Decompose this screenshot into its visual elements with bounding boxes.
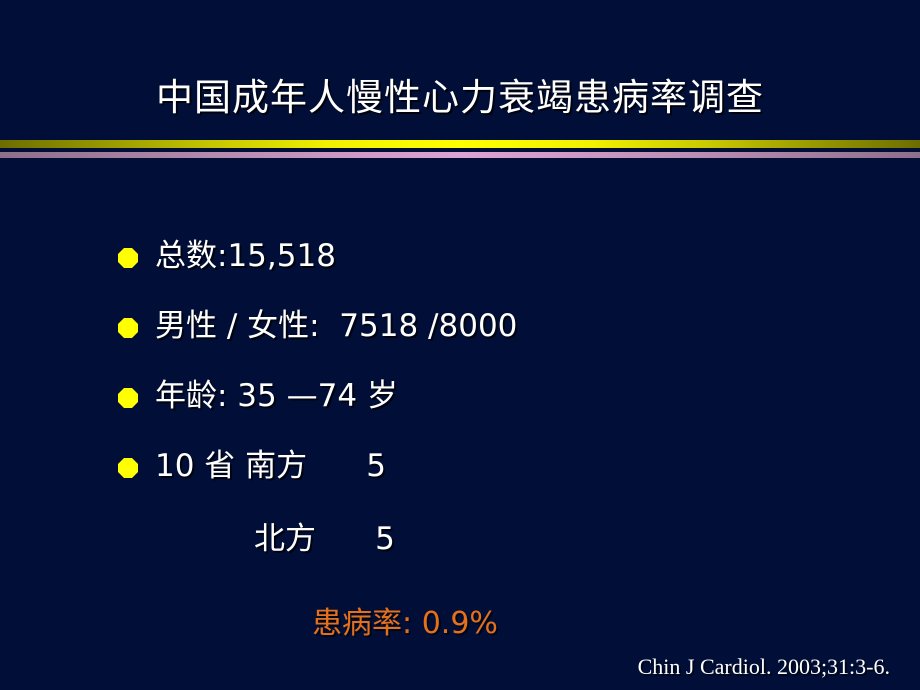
citation-reference: Chin J Cardiol. 2003;31:3-6. [637,654,890,679]
list-item: 10 省 南方 5 [0,438,920,508]
list-item-label: 10 省 南方 5 [155,448,387,484]
octagon-bullet-icon [118,318,138,338]
list-item-continuation-label: 北方 5 [254,521,395,557]
octagon-bullet-icon [118,388,138,408]
divider-rule-yellow [0,140,920,148]
list-item-label: 男性 / 女性: 7518 /8000 [155,308,518,344]
prevalence-highlight: 患病率: 0.9% [312,606,498,641]
list-item: 年龄: 35 —74 岁 [0,368,920,438]
list-item-label: 总数:15,518 [155,238,336,274]
list-item-label: 年龄: 35 —74 岁 [155,378,398,414]
list-item: 总数:15,518 [0,228,920,298]
list-item: 男性 / 女性: 7518 /8000 [0,298,920,368]
slide-canvas: 中国成年人慢性心力衰竭患病率调查 总数:15,518 男性 / 女性: 7518… [0,0,920,690]
divider-rule-pink [0,152,920,158]
page-title: 中国成年人慢性心力衰竭患病率调查 [156,76,764,119]
octagon-bullet-icon [118,458,138,478]
list-item-continuation: 北方 5 [0,508,920,580]
bullet-list: 总数:15,518 男性 / 女性: 7518 /8000 年龄: 35 —74… [0,228,920,580]
octagon-bullet-icon [118,248,138,268]
